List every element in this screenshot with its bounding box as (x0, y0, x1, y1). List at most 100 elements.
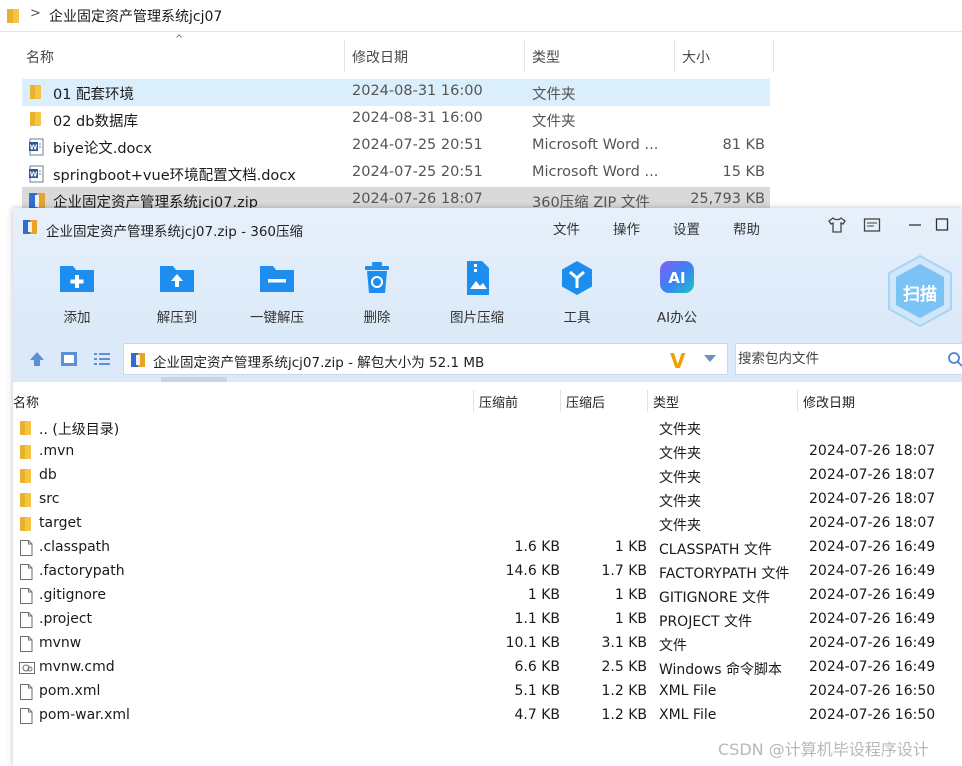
ai-office-button[interactable]: AI AI办公 (632, 258, 722, 326)
ai-office-icon: AI (657, 258, 697, 298)
column-header-packed[interactable]: 压缩前 (479, 392, 518, 411)
entry-date: 2024-07-26 16:49 (809, 659, 936, 675)
entry-type: Windows 命令脚本 (659, 662, 782, 678)
one-click-extract-icon (257, 258, 297, 298)
archive-path-bar[interactable]: 企业固定资产管理系统jcj07.zip - 解包大小为 52.1 MB V (123, 343, 728, 375)
file-type: Microsoft Word ... (532, 164, 659, 180)
list-view-icon[interactable] (93, 350, 111, 372)
zip-window: 企业固定资产管理系统jcj07.zip - 360压缩 文件 操作 设置 帮助 (13, 208, 962, 766)
archive-entry-row[interactable]: src 文件夹 2024-07-26 18:07 (13, 488, 962, 512)
entry-name: .. (上级目录) (39, 422, 120, 438)
svg-text:W: W (30, 144, 38, 152)
entry-size-after: 1 KB (614, 611, 647, 627)
delete-button[interactable]: 删除 (332, 258, 422, 326)
skin-shirt-icon[interactable] (828, 216, 846, 238)
thumbnail-view-icon[interactable] (60, 350, 78, 372)
entry-name: src (39, 491, 60, 507)
entry-size-before: 1.1 KB (514, 611, 561, 627)
menu-settings[interactable]: 设置 (673, 218, 700, 238)
file-type: 文件夹 (532, 87, 576, 103)
archive-column-headers: 名称 压缩前 压缩后 类型 修改日期 (13, 390, 962, 412)
explorer-file-row[interactable]: Wspringboot+vue环境配置文档.docx 2024-07-25 20:… (22, 160, 770, 187)
explorer-file-row[interactable]: 01 配套环境 2024-08-31 16:00 文件夹 (22, 79, 770, 106)
zip-title-bar[interactable]: 企业固定资产管理系统jcj07.zip - 360压缩 文件 操作 设置 帮助 (13, 208, 962, 244)
folder-icon (28, 84, 44, 104)
add-button[interactable]: 添加 (32, 258, 122, 326)
word-document-icon: W (28, 165, 46, 187)
feedback-icon[interactable] (863, 216, 881, 238)
file-type: Microsoft Word ... (532, 137, 659, 153)
archive-search-box (735, 343, 962, 375)
entry-size-after: 1 KB (614, 539, 647, 555)
entry-name: pom-war.xml (39, 707, 130, 723)
column-header-size[interactable]: 大小 (682, 47, 710, 67)
folder-icon (19, 492, 33, 512)
word-document-icon: W (28, 138, 46, 160)
entry-size-before: 5.1 KB (514, 683, 561, 699)
extract-to-icon (157, 258, 197, 298)
explorer-file-row[interactable]: Wbiye论文.docx 2024-07-25 20:51 Microsoft Wo… (22, 133, 770, 160)
entry-type: XML File (659, 707, 717, 723)
explorer-file-row[interactable]: 02 db数据库 2024-08-31 16:00 文件夹 (22, 106, 770, 133)
archive-entry-row[interactable]: mvnw 10.1 KB 3.1 KB 文件 2024-07-26 16:49 (13, 632, 962, 656)
file-date: 2024-08-31 16:00 (352, 110, 483, 126)
file-date: 2024-07-26 18:07 (352, 191, 483, 207)
maximize-icon[interactable] (935, 216, 949, 238)
entry-name: .factorypath (39, 563, 125, 579)
entry-name: db (39, 467, 57, 483)
column-header-name[interactable]: 名称 (26, 47, 54, 67)
entry-type: XML File (659, 683, 717, 699)
column-header-compressed[interactable]: 压缩后 (566, 392, 605, 411)
column-header-name[interactable]: 名称 (13, 392, 39, 411)
up-level-icon[interactable] (28, 350, 46, 372)
file-name: 02 db数据库 (53, 114, 138, 130)
archive-entry-row[interactable]: .gitignore 1 KB 1 KB GITIGNORE 文件 2024-07-26… (13, 584, 962, 608)
column-header-date[interactable]: 修改日期 (352, 47, 408, 67)
column-header-type[interactable]: 类型 (532, 47, 560, 67)
entry-name: .gitignore (39, 587, 106, 603)
address-bar[interactable]: > 企业固定资产管理系统jcj07 (0, 0, 962, 32)
menu-help[interactable]: 帮助 (733, 218, 760, 238)
entry-date: 2024-07-26 16:49 (809, 635, 936, 651)
search-icon[interactable] (947, 351, 962, 371)
archive-entry-row[interactable]: .. (上级目录) 文件夹 (13, 416, 962, 440)
archive-entry-row[interactable]: .mvn 文件夹 2024-07-26 18:07 (13, 440, 962, 464)
menu-operate[interactable]: 操作 (613, 218, 640, 238)
entry-date: 2024-07-26 18:07 (809, 515, 936, 531)
entry-date: 2024-07-26 18:07 (809, 467, 936, 483)
entry-size-before: 1 KB (527, 587, 560, 603)
tools-button[interactable]: 工具 (532, 258, 622, 326)
one-click-extract-button[interactable]: 一键解压 (232, 258, 322, 326)
explorer-column-headers: 名称 修改日期 类型 大小 (22, 40, 774, 72)
archive-entry-row[interactable]: mvnw.cmd 6.6 KB 2.5 KB Windows 命令脚本 2024-07-… (13, 656, 962, 680)
entry-name: .mvn (39, 443, 75, 459)
file-name: biye论文.docx (53, 141, 152, 157)
scan-button[interactable]: 扫描 (885, 254, 955, 328)
archive-entry-row[interactable]: pom.xml 5.1 KB 1.2 KB XML File 2024-07-26 16… (13, 680, 962, 704)
folder-icon (19, 444, 33, 464)
entry-name: mvnw.cmd (39, 659, 115, 675)
file-size: 15 KB (722, 164, 765, 180)
column-header-date[interactable]: 修改日期 (803, 392, 855, 411)
folder-icon (19, 516, 33, 536)
breadcrumb-path[interactable]: 企业固定资产管理系统jcj07 (49, 6, 222, 26)
extract-to-button[interactable]: 解压到 (132, 258, 222, 326)
entry-size-before: 1.6 KB (514, 539, 561, 555)
entry-type: 文件夹 (659, 518, 701, 534)
zip-window-title: 企业固定资产管理系统jcj07.zip - 360压缩 (46, 224, 304, 240)
archive-entry-row[interactable]: .project 1.1 KB 1 KB PROJECT 文件 2024-07-26 1… (13, 608, 962, 632)
v-logo-icon[interactable]: V (670, 349, 685, 373)
archive-entry-row[interactable]: .factorypath 14.6 KB 1.7 KB FACTORYPATH 文件 2… (13, 560, 962, 584)
entry-type: FACTORYPATH 文件 (659, 566, 790, 582)
entry-date: 2024-07-26 18:07 (809, 491, 936, 507)
archive-search-input[interactable] (736, 344, 941, 374)
menu-file[interactable]: 文件 (553, 218, 580, 238)
column-header-type[interactable]: 类型 (653, 392, 679, 411)
path-dropdown-icon[interactable] (703, 348, 717, 372)
archive-entry-row[interactable]: pom-war.xml 4.7 KB 1.2 KB XML File 2024-07-2… (13, 704, 962, 728)
image-compress-button[interactable]: 图片压缩 (432, 258, 522, 326)
archive-entry-row[interactable]: .classpath 1.6 KB 1 KB CLASSPATH 文件 2024-07-… (13, 536, 962, 560)
archive-entry-row[interactable]: db 文件夹 2024-07-26 18:07 (13, 464, 962, 488)
archive-entry-row[interactable]: target 文件夹 2024-07-26 18:07 (13, 512, 962, 536)
minimize-icon[interactable] (908, 216, 922, 238)
